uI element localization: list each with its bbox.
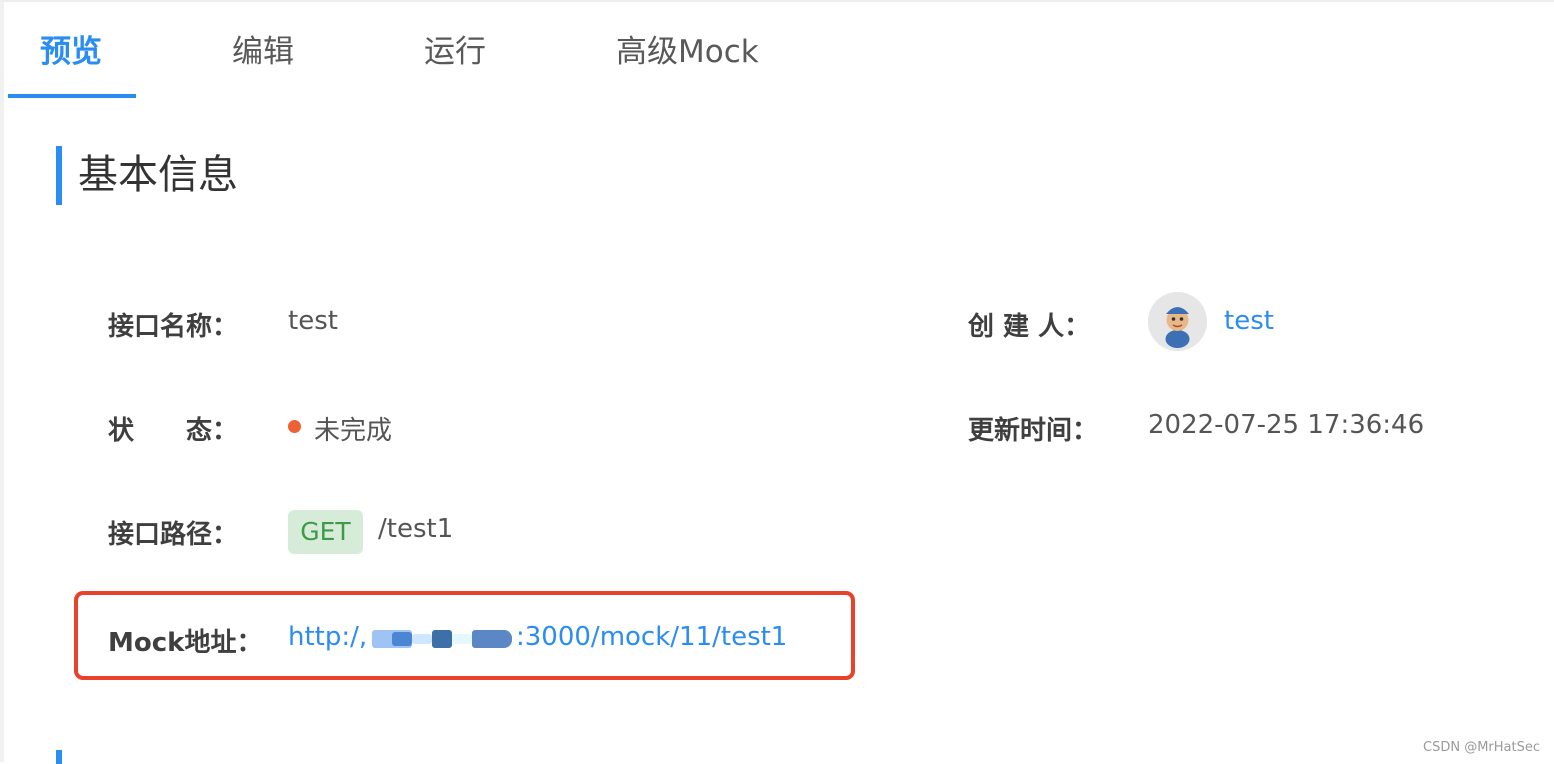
tab-advanced-mock[interactable]: 高级Mock bbox=[616, 4, 759, 98]
status-value: 未完成 bbox=[314, 416, 393, 446]
path-value: /test1 bbox=[378, 514, 454, 544]
name-value: test bbox=[288, 306, 338, 336]
creator-label: 创 建 人： bbox=[968, 312, 1091, 342]
redacted-host-block bbox=[392, 632, 412, 646]
mock-url-suffix[interactable]: :3000/mock/11/test1 bbox=[516, 622, 787, 652]
updated-time-label: 更新时间： bbox=[968, 416, 1099, 446]
section-title: 基本信息 bbox=[78, 152, 238, 198]
tab-edit[interactable]: 编辑 bbox=[232, 4, 294, 98]
interface-detail-panel: 预览 编辑 运行 高级Mock 基本信息 接口名称： test 创 建 人： t… bbox=[0, 0, 1554, 764]
redacted-host-block bbox=[432, 630, 452, 648]
active-tab-indicator bbox=[8, 94, 136, 98]
redacted-host-block bbox=[452, 634, 472, 644]
tab-bar: 预览 编辑 运行 高级Mock bbox=[8, 4, 1554, 98]
tab-preview[interactable]: 预览 bbox=[40, 4, 102, 98]
redacted-host-block bbox=[472, 630, 512, 648]
status-dot-icon bbox=[288, 420, 301, 433]
path-label: 接口路径： bbox=[108, 520, 239, 550]
watermark: CSDN @MrHatSec bbox=[1423, 740, 1540, 755]
section-accent-bar bbox=[56, 146, 62, 205]
tab-run[interactable]: 运行 bbox=[424, 4, 486, 98]
avatar-icon bbox=[1148, 292, 1207, 351]
creator-avatar[interactable] bbox=[1148, 292, 1207, 351]
creator-name-link[interactable]: test bbox=[1224, 306, 1274, 336]
method-badge: GET bbox=[288, 510, 363, 554]
name-label: 接口名称： bbox=[108, 312, 239, 342]
status-label: 状 态： bbox=[108, 416, 239, 446]
updated-time-value: 2022-07-25 17:36:46 bbox=[1148, 410, 1425, 440]
mock-address-label: Mock地址： bbox=[108, 628, 263, 658]
redacted-host-block bbox=[412, 634, 432, 644]
mock-url-prefix[interactable]: http:/, bbox=[288, 622, 367, 652]
